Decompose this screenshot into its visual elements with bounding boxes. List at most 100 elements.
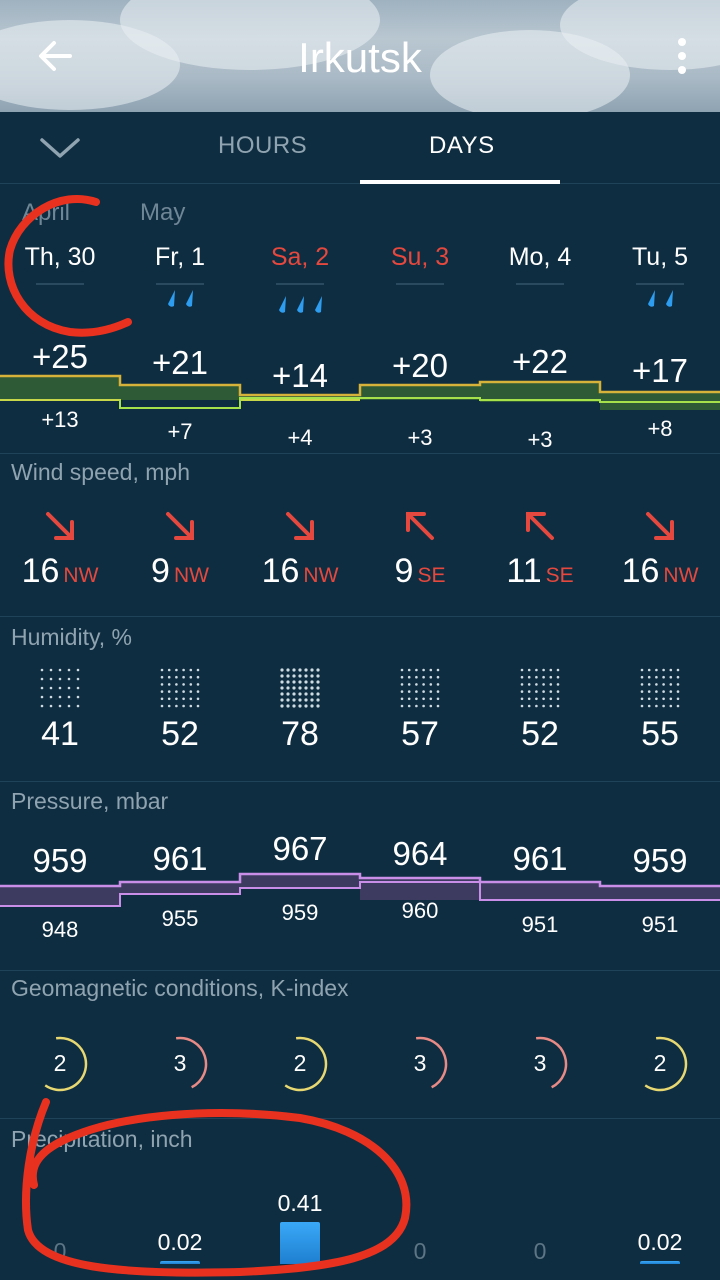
precipitation-value: 0 xyxy=(413,1238,427,1264)
rain-drops-icon xyxy=(168,290,193,307)
header: Irkutsk xyxy=(0,0,720,112)
precipitation-bar xyxy=(160,1261,200,1264)
arrow-down-right-icon xyxy=(286,512,314,540)
temperature-high: +14 xyxy=(272,357,328,394)
temperature-low: +7 xyxy=(167,419,193,444)
wind-direction: SE xyxy=(417,564,446,587)
temperature-high: +21 xyxy=(152,344,208,381)
tab-bar: HOURS DAYS xyxy=(0,112,720,184)
precipitation-value: 0 xyxy=(533,1238,547,1264)
collapse-button[interactable] xyxy=(36,128,84,168)
k-index-value: 3 xyxy=(173,1050,187,1076)
pressure-section-title: Pressure, mbar xyxy=(11,788,169,814)
k-index-value: 3 xyxy=(413,1050,427,1076)
month-label-april: April xyxy=(22,199,71,226)
day-column-label[interactable]: Fr, 1 xyxy=(120,243,240,272)
day-divider xyxy=(36,283,84,285)
pressure-low: 959 xyxy=(281,900,319,925)
day-column-label[interactable]: Mo, 4 xyxy=(480,243,600,272)
humidity-dots-icon xyxy=(520,668,560,708)
wind-reading: 16 NW xyxy=(240,552,360,591)
tab-days[interactable]: DAYS xyxy=(429,132,495,160)
wind-reading: 11 SE xyxy=(480,552,600,591)
arrow-down-right-icon xyxy=(46,512,74,540)
pressure-low: 948 xyxy=(41,917,79,942)
wind-speed-value: 9 xyxy=(394,552,414,590)
day-column-label[interactable]: Su, 3 xyxy=(360,243,480,272)
humidity-section-title: Humidity, % xyxy=(11,624,132,650)
arrow-down-right-icon xyxy=(166,512,194,540)
wind-reading: 16 NW xyxy=(0,552,120,591)
temperature-high: +22 xyxy=(512,343,568,380)
humidity-dots-icon xyxy=(400,668,440,708)
day-divider xyxy=(396,283,444,285)
more-vertical-icon xyxy=(678,38,686,46)
pressure-high: 959 xyxy=(32,842,88,879)
day-divider xyxy=(636,283,684,285)
wind-section-title: Wind speed, mph xyxy=(11,459,190,485)
wind-speed-value: 16 xyxy=(261,552,300,590)
day-column-label[interactable]: Tu, 5 xyxy=(600,243,720,272)
wind-direction: NW xyxy=(303,564,339,587)
wind-reading: 16 NW xyxy=(600,552,720,591)
pressure-high: 959 xyxy=(632,842,688,879)
day-column-label[interactable]: Th, 30 xyxy=(0,243,120,272)
humidity-value: 55 xyxy=(641,715,679,753)
temperature-high: +17 xyxy=(632,352,688,389)
wind-direction: SE xyxy=(545,564,574,587)
day-divider xyxy=(516,283,564,285)
wind-speed-value: 16 xyxy=(21,552,60,590)
precipitation-bar xyxy=(640,1261,680,1264)
active-tab-indicator xyxy=(360,180,560,184)
rain-drops-icon xyxy=(648,290,673,307)
wind-direction: NW xyxy=(663,564,699,587)
temperature-low: +4 xyxy=(287,425,313,450)
temperature-high: +20 xyxy=(392,347,448,384)
pressure-high: 964 xyxy=(392,835,448,872)
wind-speed-value: 9 xyxy=(151,552,170,590)
more-menu-button[interactable] xyxy=(670,36,694,76)
precipitation-value: 0.02 xyxy=(157,1229,203,1255)
k-index-value: 2 xyxy=(293,1050,307,1076)
pressure-low: 951 xyxy=(641,912,679,937)
page-title: Irkutsk xyxy=(298,34,422,81)
month-label-may: May xyxy=(140,199,186,226)
temperature-high: +25 xyxy=(32,338,88,375)
precipitation-bar xyxy=(280,1222,320,1264)
k-index-value: 3 xyxy=(533,1050,547,1076)
pressure-high: 967 xyxy=(272,830,328,867)
pressure-high: 961 xyxy=(512,840,568,877)
chevron-down-icon xyxy=(40,138,80,158)
temperature-low: +8 xyxy=(647,416,673,441)
wind-reading: 9 NW xyxy=(120,552,240,591)
temperature-low: +3 xyxy=(407,425,433,450)
pressure-low: 960 xyxy=(401,898,439,923)
wind-speed-value: 16 xyxy=(621,552,660,590)
arrow-up-left-icon xyxy=(526,512,554,540)
wind-direction: NW xyxy=(63,564,99,587)
humidity-value: 78 xyxy=(281,715,319,753)
wind-direction: NW xyxy=(173,564,209,587)
geomagnetic-section-title: Geomagnetic conditions, K-index xyxy=(11,975,349,1001)
pressure-low: 955 xyxy=(161,906,199,931)
humidity-value: 41 xyxy=(41,715,79,753)
day-divider xyxy=(276,283,324,285)
k-index-value: 2 xyxy=(653,1050,667,1076)
tab-hours[interactable]: HOURS xyxy=(218,132,307,160)
precipitation-value: 0.02 xyxy=(637,1229,683,1255)
temperature-low: +3 xyxy=(527,427,553,452)
pressure-high: 961 xyxy=(152,840,208,877)
temperature-low: +13 xyxy=(41,407,79,432)
humidity-dots-icon xyxy=(160,668,200,708)
pressure-low: 951 xyxy=(521,912,559,937)
precipitation-value: 0 xyxy=(53,1238,67,1264)
precipitation-value: 0.41 xyxy=(277,1190,323,1216)
wind-reading: 9 SE xyxy=(360,552,480,591)
humidity-value: 52 xyxy=(521,715,559,753)
precipitation-section-title: Precipitation, inch xyxy=(11,1126,193,1152)
humidity-value: 57 xyxy=(401,715,439,753)
humidity-dots-icon xyxy=(280,668,320,708)
rain-drops-icon xyxy=(279,296,322,313)
day-column-label[interactable]: Sa, 2 xyxy=(240,243,360,272)
arrow-up-left-icon xyxy=(406,512,434,540)
